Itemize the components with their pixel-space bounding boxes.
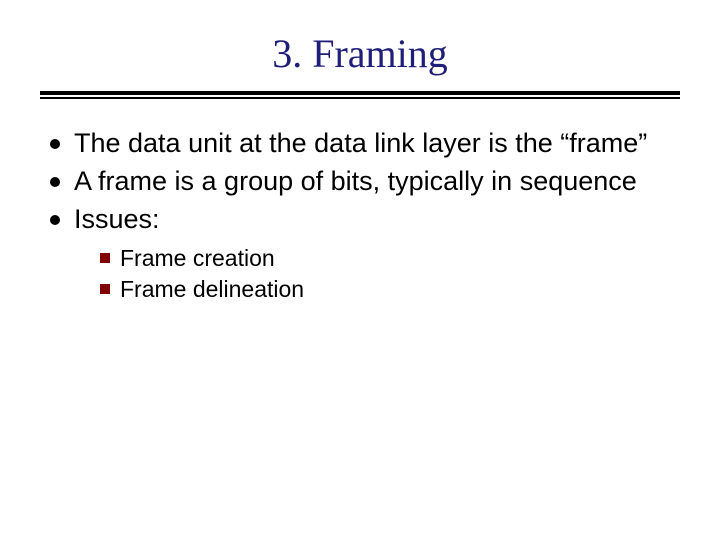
bullet-text: A frame is a group of bits, typically in… — [74, 165, 637, 199]
list-item: Frame delineation — [100, 275, 680, 304]
bullet-text: Issues: — [74, 203, 160, 237]
bullet-dot-icon — [50, 177, 60, 187]
sub-bullet-list: Frame creation Frame delineation — [40, 244, 680, 304]
list-item: Frame creation — [100, 244, 680, 273]
bullet-text: The data unit at the data link layer is … — [74, 127, 647, 161]
sub-bullet-text: Frame delineation — [120, 275, 304, 304]
sub-bullet-text: Frame creation — [120, 244, 275, 273]
list-item: A frame is a group of bits, typically in… — [50, 165, 680, 199]
slide-container: 3. Framing The data unit at the data lin… — [0, 0, 720, 540]
slide-title: 3. Framing — [40, 30, 680, 77]
list-item: The data unit at the data link layer is … — [50, 127, 680, 161]
bullet-square-icon — [100, 253, 110, 263]
bullet-square-icon — [100, 284, 110, 294]
title-divider — [40, 91, 680, 99]
list-item: Issues: — [50, 203, 680, 237]
bullet-dot-icon — [50, 215, 60, 225]
bullet-dot-icon — [50, 139, 60, 149]
bullet-list: The data unit at the data link layer is … — [40, 127, 680, 236]
